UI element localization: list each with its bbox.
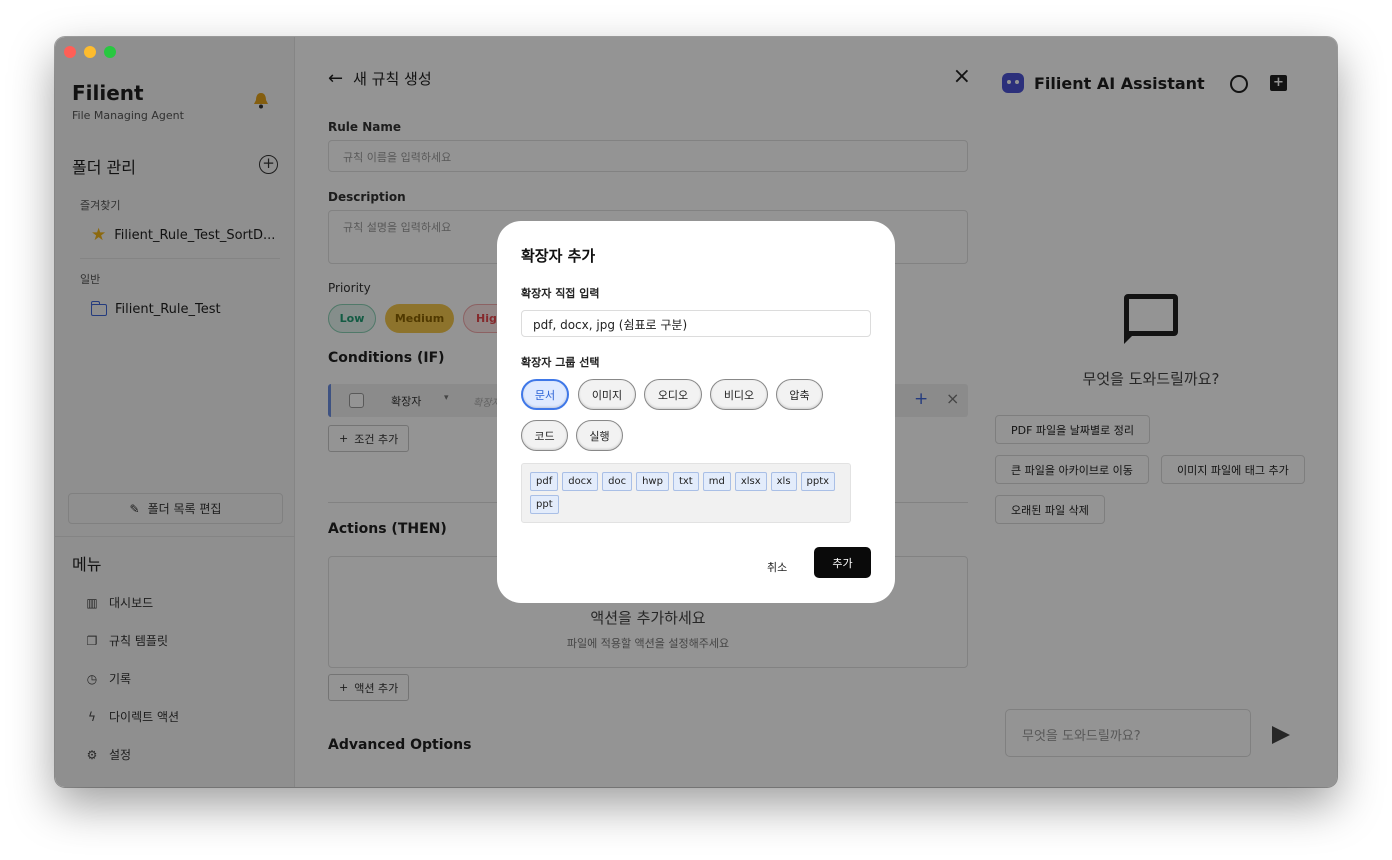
add-extension-modal: 확장자 추가 확장자 직접 입력 pdf, docx, jpg (쉼표로 구분)…	[497, 221, 895, 603]
direct-input-label: 확장자 직접 입력	[521, 287, 600, 300]
group-archive-button[interactable]: 압축	[776, 379, 823, 410]
group-image-button[interactable]: 이미지	[578, 379, 636, 410]
extension-tag[interactable]: docx	[562, 472, 599, 491]
group-executable-button[interactable]: 실행	[576, 420, 623, 451]
modal-title: 확장자 추가	[521, 247, 596, 265]
extension-tag[interactable]: xls	[770, 472, 797, 491]
group-audio-button[interactable]: 오디오	[644, 379, 702, 410]
zoom-window-button[interactable]	[104, 46, 116, 58]
extension-tag[interactable]: xlsx	[734, 472, 767, 491]
extension-tag[interactable]: hwp	[636, 472, 669, 491]
selected-extensions-list: pdf docx doc hwp txt md xlsx xls pptx pp…	[521, 463, 851, 523]
cancel-button[interactable]: 취소	[767, 559, 787, 575]
extension-tag[interactable]: pdf	[530, 472, 559, 491]
group-document-button[interactable]: 문서	[521, 379, 569, 410]
group-video-button[interactable]: 비디오	[710, 379, 768, 410]
app-window: Filient File Managing Agent 폴더 관리 + 즐겨찾기…	[55, 37, 1337, 787]
minimize-window-button[interactable]	[84, 46, 96, 58]
extension-input[interactable]: pdf, docx, jpg (쉼표로 구분)	[521, 310, 871, 337]
extension-tag[interactable]: ppt	[530, 495, 559, 514]
extension-tag[interactable]: md	[702, 472, 731, 491]
extension-tag[interactable]: doc	[602, 472, 633, 491]
group-select-label: 확장자 그룹 선택	[521, 356, 600, 369]
extension-tag[interactable]: txt	[672, 472, 699, 491]
extension-tag[interactable]: pptx	[800, 472, 836, 491]
close-window-button[interactable]	[64, 46, 76, 58]
group-code-button[interactable]: 코드	[521, 420, 568, 451]
add-button[interactable]: 추가	[814, 547, 871, 578]
